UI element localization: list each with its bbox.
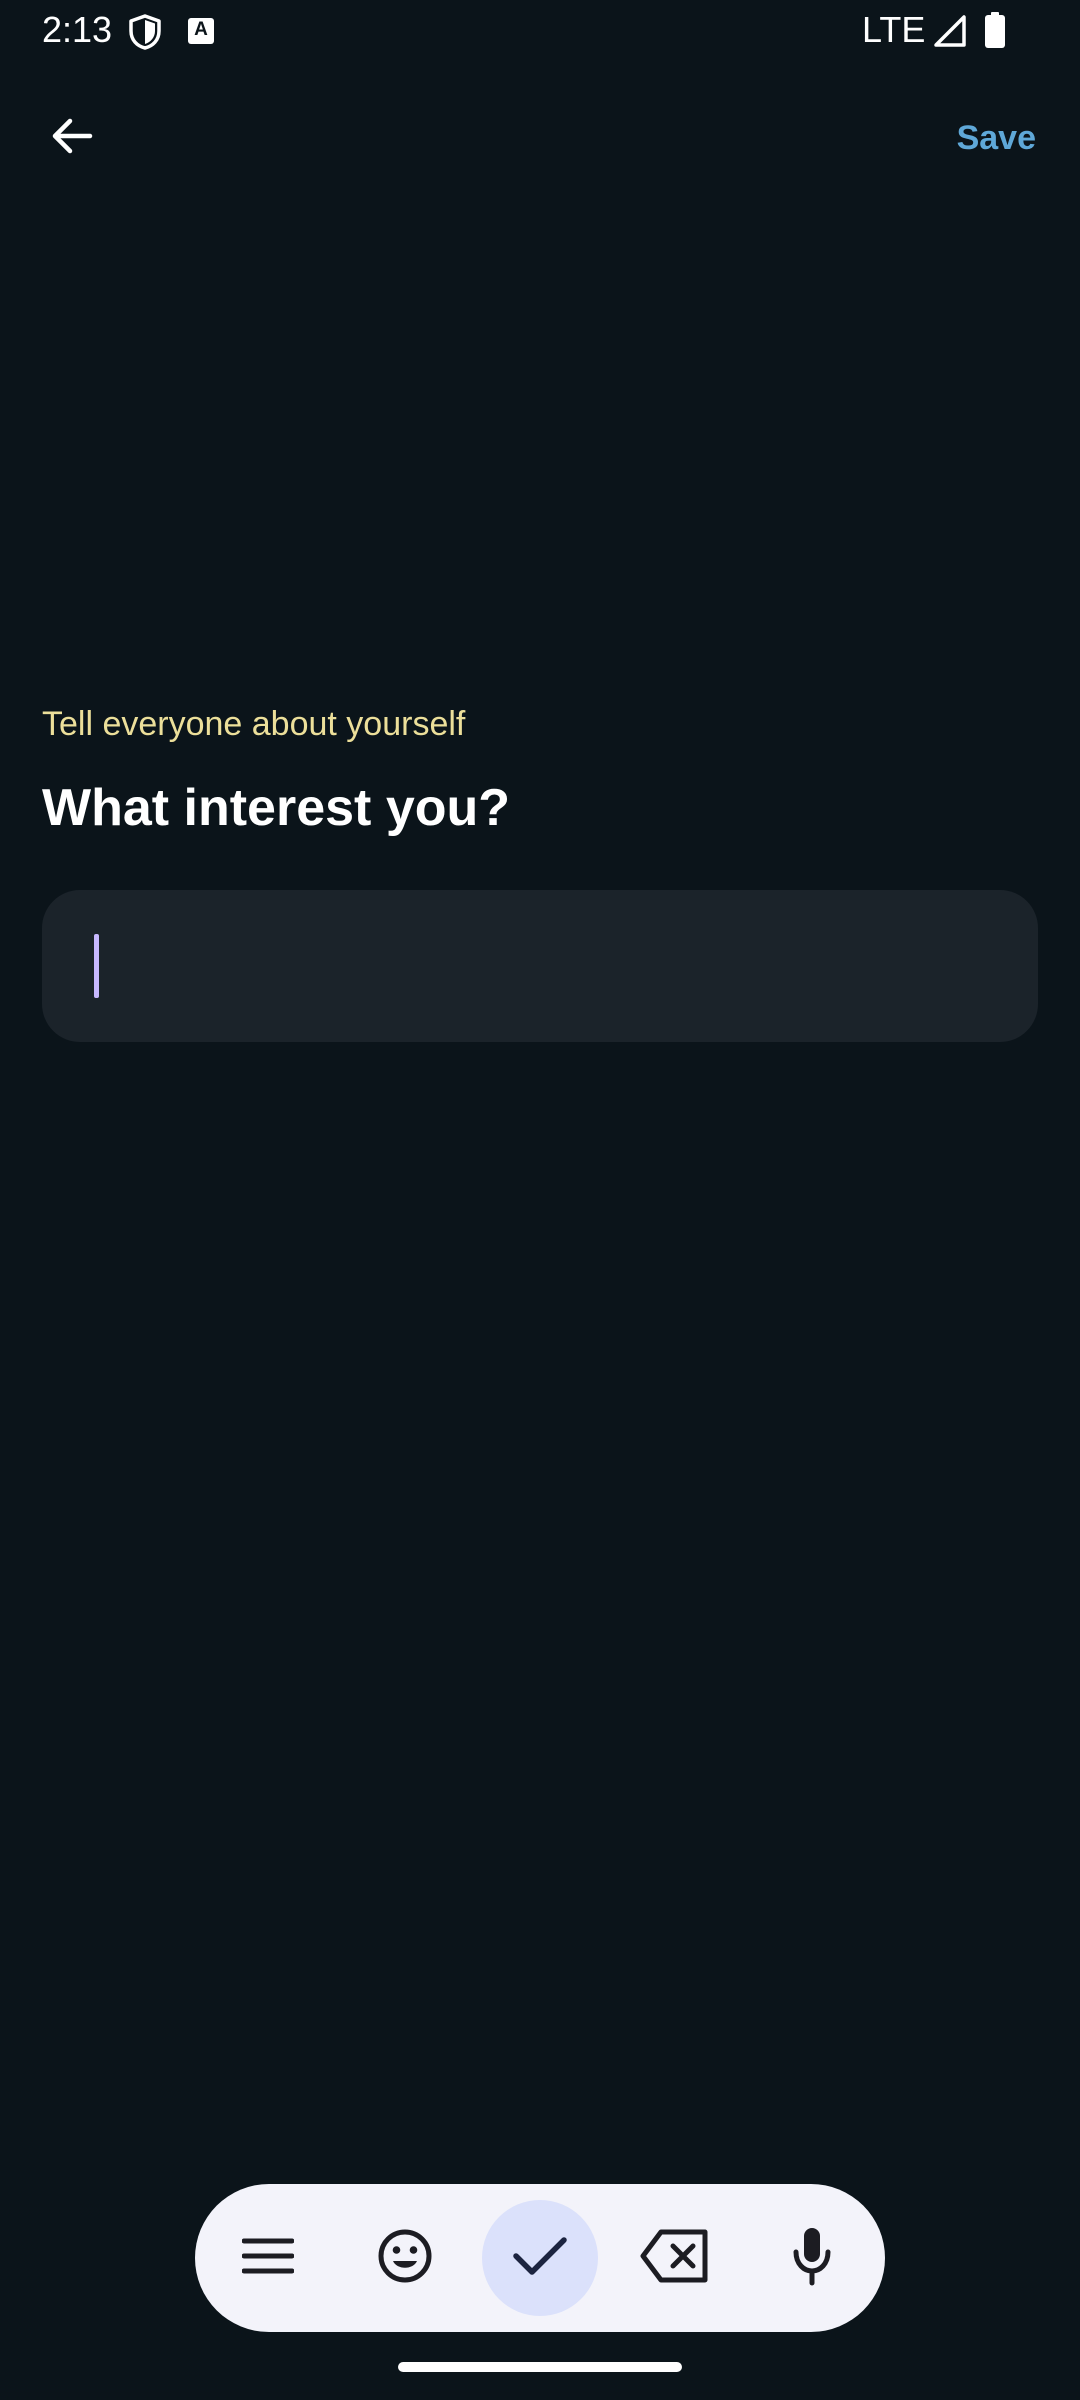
interests-input-container[interactable] (42, 890, 1038, 1042)
network-type: LTE (862, 9, 926, 50)
prompt-subtitle: Tell everyone about yourself (42, 705, 466, 743)
shield-icon (128, 14, 162, 50)
save-button[interactable]: Save (957, 112, 1036, 164)
keyboard-toolbar (195, 2184, 885, 2332)
gesture-nav-handle[interactable] (398, 2362, 682, 2372)
menu-icon (241, 2236, 295, 2281)
mic-icon (790, 2226, 834, 2291)
voice-input-button[interactable] (762, 2208, 862, 2308)
check-icon (512, 2234, 568, 2283)
emoji-button[interactable] (355, 2208, 455, 2308)
backspace-icon (639, 2228, 711, 2289)
arrow-back-icon (48, 112, 96, 165)
page-title: What interest you? (42, 779, 511, 837)
backspace-button[interactable] (625, 2208, 725, 2308)
keyboard-menu-button[interactable] (218, 2208, 318, 2308)
status-time: 2:13 (42, 9, 113, 50)
keyboard-icon: A (188, 18, 214, 44)
status-bar: 2:13 A LTE (0, 0, 1080, 64)
back-button[interactable] (40, 106, 104, 170)
emoji-icon (377, 2228, 433, 2289)
signal-icon (933, 14, 967, 48)
confirm-button[interactable] (482, 2200, 598, 2316)
interests-input[interactable] (94, 930, 998, 1004)
battery-icon (984, 12, 1006, 48)
text-caret (94, 934, 99, 998)
